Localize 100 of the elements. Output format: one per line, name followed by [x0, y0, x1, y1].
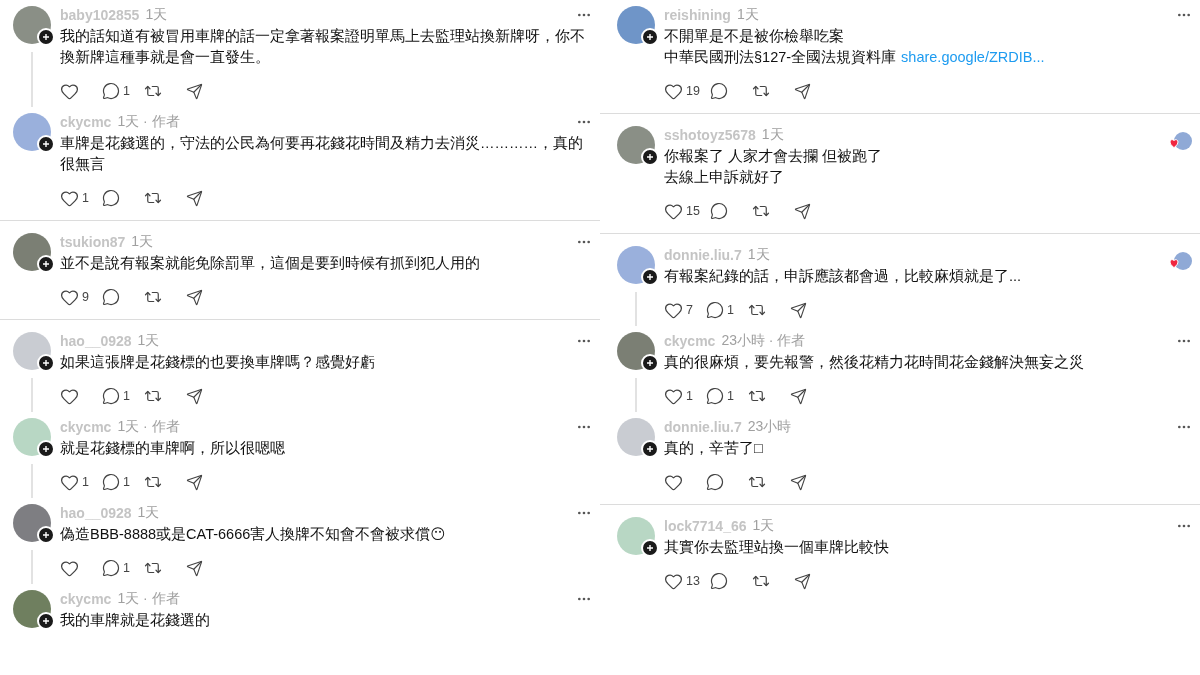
reply-button[interactable]: 1 [98, 557, 138, 579]
plus-icon [37, 612, 55, 630]
like-button[interactable]: 1 [56, 186, 96, 210]
post-time: 1天 [752, 517, 775, 535]
avatar-photo-placeholder[interactable] [617, 6, 655, 44]
plus-icon [37, 135, 55, 153]
heart-icon [664, 201, 683, 221]
comment-text: 不開單是不是被你檢舉吃案 [664, 27, 845, 46]
like-button[interactable]: 19 [660, 79, 704, 103]
heart-icon [664, 386, 683, 406]
send-icon [790, 387, 807, 405]
plus-icon [641, 539, 659, 557]
send-icon [793, 82, 811, 100]
plus-icon [37, 526, 55, 544]
send-icon [790, 301, 807, 319]
send-icon [793, 572, 811, 590]
heart-icon [60, 472, 79, 492]
comment-text: 我的話知道有被冒用車牌的話一定拿著報案證明單馬上去監理站換新牌呀，你不換新牌這種事就是會一直發生。 [60, 27, 586, 67]
post-time: 1天 [131, 233, 154, 251]
plus-icon [641, 354, 659, 372]
avatar-photo-placeholder[interactable] [13, 6, 51, 44]
speech-bubble-icon [102, 387, 120, 405]
comment-text: 並不是說有報案就能免除罰單，這個是要到時候有抓到犯人用的 [60, 254, 481, 273]
send-icon [186, 82, 203, 100]
plus-icon [37, 255, 55, 273]
send-icon [186, 387, 203, 405]
comment-text: 偽造BBB-8888或是CAT-6666害人換牌不知會不會被求償😶 [60, 525, 447, 544]
plus-icon [37, 28, 55, 46]
send-icon [793, 202, 811, 220]
speech-bubble-icon [706, 301, 724, 319]
plus-icon [641, 268, 659, 286]
avatar-photo-placeholder[interactable] [13, 233, 51, 271]
post-time: 1天 · 作者 [117, 590, 180, 608]
post-time: 1天 [145, 6, 168, 24]
heart-icon [60, 287, 79, 307]
heart-icon [60, 188, 79, 208]
avatar-photo-placeholder[interactable] [13, 590, 51, 628]
comment-text: 我的車牌就是花錢選的 [60, 611, 211, 630]
speech-bubble-icon [706, 473, 724, 491]
like-button[interactable]: 13 [660, 569, 704, 593]
comment-text: 有報案紀錄的話，申訴應該都會過，比較麻煩就是了... [664, 267, 1023, 286]
heart-icon [664, 571, 683, 591]
like-button[interactable]: 7 [660, 298, 700, 322]
like-button[interactable]: 1 [660, 384, 700, 408]
reply-button[interactable]: 1 [702, 299, 742, 321]
comment-text: 中華民國刑法§127-全國法規資料庫 share.google/ZRDIB... [664, 48, 1046, 67]
comment-text: 去線上申訴就好了 [664, 168, 785, 187]
avatar-photo-placeholder[interactable] [13, 332, 51, 370]
avatar-photo-placeholder[interactable] [617, 246, 655, 284]
comment-text: 真的很麻煩，要先報警，然後花精力花時間花金錢解決無妄之災 [664, 353, 1085, 372]
send-icon [186, 473, 203, 491]
avatar-photo-placeholder[interactable] [617, 126, 655, 164]
reply-button[interactable]: 1 [98, 385, 138, 407]
plus-icon [641, 440, 659, 458]
post-time: 1天 [736, 6, 759, 24]
send-icon [186, 559, 203, 577]
send-icon [790, 473, 807, 491]
avatar-photo-placeholder[interactable] [13, 504, 51, 542]
plus-icon [641, 148, 659, 166]
heart-icon [664, 472, 683, 492]
plus-icon [641, 28, 659, 46]
comment-text: 車牌是花錢選的，守法的公民為何要再花錢花時間及精力去消災…………，真的很無言 [60, 134, 584, 174]
heart-icon [60, 386, 79, 406]
post-time: 1天 [747, 246, 770, 264]
avatar-photo-placeholder[interactable] [617, 517, 655, 555]
speech-bubble-icon [102, 82, 120, 100]
like-button[interactable]: 9 [56, 285, 96, 309]
like-button[interactable]: 1 [56, 470, 96, 494]
heart-icon [60, 558, 79, 578]
speech-bubble-icon [709, 82, 728, 100]
reply-button[interactable]: 1 [702, 385, 742, 407]
post-time: 1天 [137, 332, 160, 350]
send-icon [186, 189, 203, 207]
comment-text: 如果這張牌是花錢標的也要換車牌嗎？感覺好虧 [60, 353, 376, 372]
post-time: 1天 [761, 126, 784, 144]
plus-icon [37, 440, 55, 458]
speech-bubble-icon [102, 473, 120, 491]
avatar-photo-placeholder[interactable] [617, 418, 655, 456]
heart-icon [664, 300, 683, 320]
speech-bubble-icon [709, 202, 728, 220]
reply-button[interactable]: 1 [98, 471, 138, 493]
speech-bubble-icon [102, 189, 120, 207]
send-icon [186, 288, 203, 306]
speech-bubble-icon [102, 559, 120, 577]
post-time: 1天 [137, 504, 160, 522]
avatar-photo-placeholder[interactable] [13, 418, 51, 456]
like-button[interactable]: 15 [660, 199, 704, 223]
comment-text: 就是花錢標的車牌啊，所以很嗯嗯 [60, 439, 286, 458]
comment-text: 你報案了 人家才會去攔 但被跑了 [664, 147, 884, 166]
heart-icon [664, 81, 683, 101]
post-time: 23小時 · 作者 [721, 332, 806, 350]
avatar-photo-placeholder[interactable] [13, 113, 51, 151]
heart-icon [60, 81, 79, 101]
comment-text: 真的，辛苦了□ [664, 439, 764, 458]
post-time: 1天 · 作者 [117, 113, 180, 131]
comment-text: 其實你去監理站換一個車牌比較快 [664, 538, 890, 557]
post-time: 23小時 [747, 418, 792, 436]
avatar-photo-placeholder[interactable] [617, 332, 655, 370]
reply-button[interactable]: 1 [98, 80, 138, 102]
speech-bubble-icon [102, 288, 120, 306]
